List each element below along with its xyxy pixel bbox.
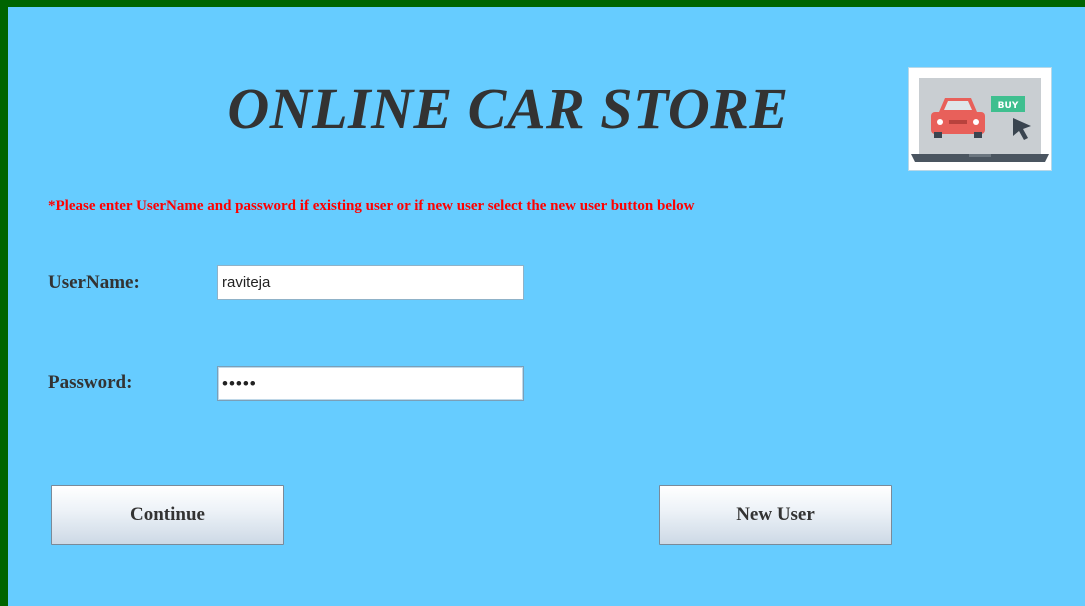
login-panel: ONLINE CAR STORE BUY *Please enter UserN…: [8, 7, 1085, 606]
username-label: UserName:: [48, 272, 140, 293]
password-label: Password:: [48, 372, 133, 393]
car-buy-laptop-icon: BUY: [911, 78, 1049, 162]
app-window: ONLINE CAR STORE BUY *Please enter UserN…: [0, 0, 1085, 606]
continue-button[interactable]: Continue: [51, 485, 284, 545]
new-user-button[interactable]: New User: [659, 485, 892, 545]
badge-text: BUY: [998, 101, 1019, 111]
password-input[interactable]: [217, 366, 524, 401]
instruction-text: *Please enter UserName and password if e…: [48, 198, 695, 214]
page-title: ONLINE CAR STORE: [227, 76, 789, 141]
username-input[interactable]: [217, 265, 524, 300]
store-logo: BUY: [908, 67, 1052, 171]
